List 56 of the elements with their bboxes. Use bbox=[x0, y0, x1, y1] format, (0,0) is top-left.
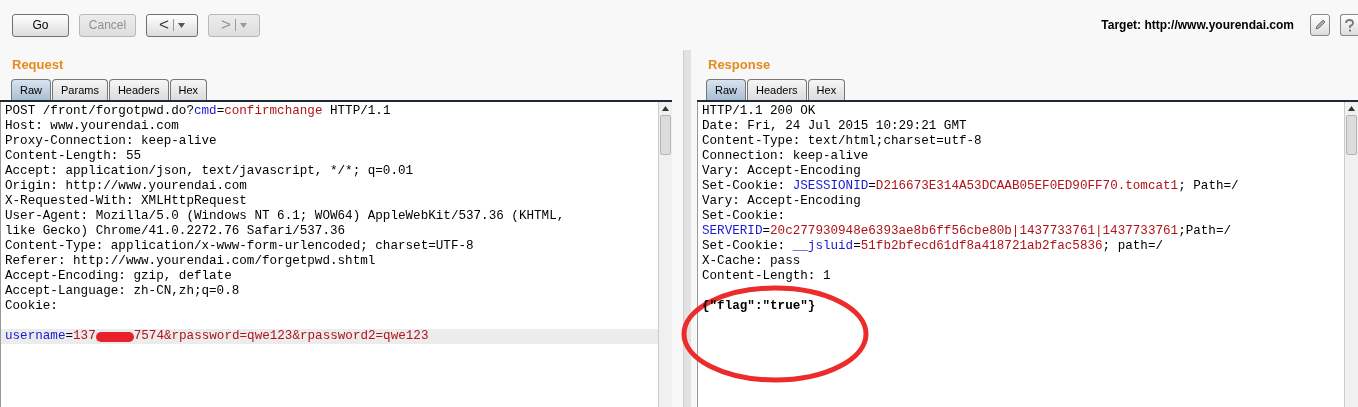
code-line: Content-Length: 1 bbox=[701, 269, 832, 284]
code-line: Date: Fri, 24 Jul 2015 10:29:21 GMT bbox=[701, 119, 968, 134]
redaction-mark bbox=[95, 331, 134, 342]
caret-icon bbox=[239, 22, 247, 28]
code-line: like Gecko) Chrome/41.0.2272.76 Safari/537.36 bbox=[4, 224, 347, 239]
code-line: Connection: keep-alive bbox=[701, 149, 870, 164]
code-line: Accept-Language: zh-CN,zh;q=0.8 bbox=[4, 284, 241, 299]
code-text: 7574&rpassword=qwe123&rpassword2=qwe123 bbox=[133, 329, 429, 344]
back-button[interactable]: < bbox=[146, 13, 198, 37]
code-line: Proxy-Connection: keep-alive bbox=[4, 134, 218, 149]
code-line: Set-Cookie: JSESSIONID=D216673E314A53DCAAB05EF0ED90FF70.tomcat1; Path=/ bbox=[701, 179, 1240, 194]
tab[interactable]: Raw bbox=[706, 79, 746, 100]
code-line: User-Agent: Mozilla/5.0 (Windows NT 6.1; WOW64) AppleWebKit/537.36 (KHTML, bbox=[4, 209, 566, 224]
go-button[interactable]: Go bbox=[12, 13, 69, 37]
tab[interactable]: Hex bbox=[807, 79, 846, 100]
code-line: HTTP/1.1 200 OK bbox=[701, 104, 817, 119]
parameter-name: username bbox=[5, 329, 66, 344]
tab[interactable]: Headers bbox=[108, 79, 169, 100]
tab[interactable]: Params bbox=[52, 79, 108, 100]
panel-title: Request bbox=[11, 55, 65, 74]
code-line: Origin: http://www.yourendai.com bbox=[4, 179, 248, 194]
scroll-up-icon[interactable] bbox=[1348, 106, 1355, 111]
scrollbar[interactable] bbox=[658, 102, 672, 407]
tab[interactable]: Headers bbox=[747, 79, 807, 100]
code-line: Content-Length: 55 bbox=[4, 149, 143, 164]
code-line: Accept: application/json, text/javascript, */*; q=0.01 bbox=[4, 164, 415, 179]
scrollbar[interactable] bbox=[1344, 102, 1358, 407]
tab[interactable]: Hex bbox=[169, 79, 208, 100]
scrollbar-thumb[interactable] bbox=[660, 115, 671, 155]
question-mark-icon bbox=[1345, 18, 1354, 32]
code-line: {"flag":"true"} bbox=[701, 299, 817, 314]
code-line: POST /front/forgotpwd.do?cmd=confirmchange HTTP/1.1 bbox=[4, 104, 392, 119]
scrollbar-thumb[interactable] bbox=[1346, 115, 1357, 155]
scroll-up-icon[interactable] bbox=[662, 106, 669, 111]
help-button[interactable] bbox=[1340, 14, 1358, 36]
code-line: Referer: http://www.yourendai.com/forgetpwd.shtml bbox=[4, 254, 377, 269]
code-line: Set-Cookie: __jsluid=51fb2bfecd61df8a418721ab2fac5836; path=/ bbox=[701, 239, 1165, 254]
code-line: Set-Cookie: bbox=[701, 209, 787, 224]
code-line: SERVERID=20c277930948e6393ae8b6ff56cbe80b|1437733761|1437733761;Path=/ bbox=[701, 224, 1233, 239]
caret-icon bbox=[177, 22, 185, 28]
code-line: X-Requested-With: XMLHttpRequest bbox=[4, 194, 248, 209]
code-line: X-Cache: pass bbox=[701, 254, 802, 269]
code-line: Content-Type: text/html;charset=utf-8 bbox=[701, 134, 983, 149]
code-line: Content-Type: application/x-www-form-urlencoded; charset=UTF-8 bbox=[4, 239, 475, 254]
tab[interactable]: Raw bbox=[11, 79, 51, 100]
code-text: 137 bbox=[73, 329, 96, 344]
code-line: Accept-Encoding: gzip, deflate bbox=[4, 269, 233, 284]
edit-button[interactable] bbox=[1310, 14, 1330, 36]
code-line: Vary: Accept-Encoding bbox=[701, 164, 862, 179]
code-line: Cookie: bbox=[4, 299, 59, 314]
pencil-icon bbox=[1314, 19, 1326, 31]
panel-title: Response bbox=[707, 55, 772, 74]
code-line: Vary: Accept-Encoding bbox=[701, 194, 862, 209]
code-line: Host: www.yourendai.com bbox=[4, 119, 180, 134]
code-text: = bbox=[65, 329, 74, 344]
target-label: Target: http://www.yourendai.com bbox=[1101, 17, 1294, 34]
